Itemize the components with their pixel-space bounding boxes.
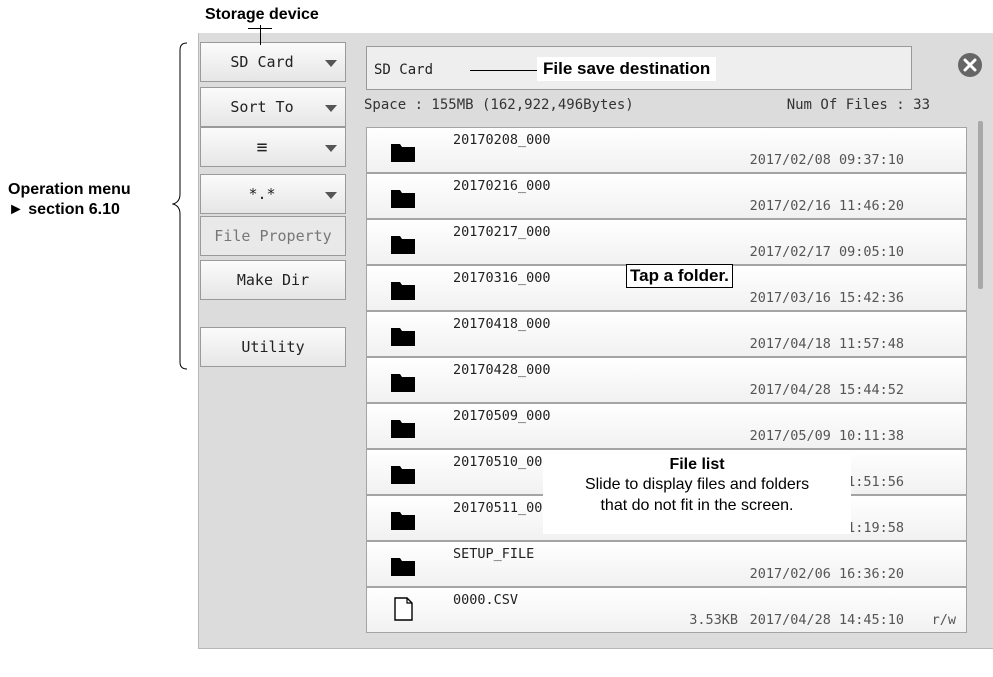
storage-device-annotation: Storage device [205,6,319,23]
file-date: 2017/02/06 16:36:20 [749,566,904,582]
folder-icon [391,512,415,530]
make-dir-label: Make Dir [236,271,310,289]
chevron-down-icon [325,145,337,152]
file-name: SETUP_FILE [453,546,535,562]
file-list-callout-title: File list [669,456,725,473]
file-list-row[interactable]: SETUP_FILE 2017/02/06 16:36:20 [366,541,967,587]
file-name: 20170428_000 [453,362,551,378]
tap-folder-callout: Tap a folder. [626,264,733,288]
close-icon[interactable] [957,52,983,78]
file-name: 0000.CSV [453,592,519,608]
file-name: 20170509_000 [453,408,551,424]
folder-icon [391,466,415,484]
file-name: 20170316_000 [453,270,551,286]
utility-button[interactable]: Utility [200,327,346,367]
file-attribute: r/w [931,612,956,628]
chevron-down-icon [325,105,337,112]
num-files-text: Num Of Files : 33 [786,97,930,113]
file-property-label: File Property [214,227,332,245]
file-list-row[interactable]: 20170208_000 2017/02/08 09:37:10 [366,127,967,173]
file-list[interactable]: 20170208_000 2017/02/08 09:37:10 20170216_… [366,127,967,633]
file-name: 20170216_000 [453,178,551,194]
view-mode-button[interactable]: ≡ [200,127,346,167]
folder-icon [391,144,415,162]
file-list-row[interactable]: 20170216_000 2017/02/16 11:46:20 [366,173,967,219]
file-save-destination-callout: File save destination [537,57,717,81]
file-date: 2017/02/08 09:37:10 [749,152,904,168]
utility-label: Utility [241,338,305,356]
folder-icon [391,558,415,576]
folder-icon [391,328,415,346]
file-name: 20170510_000 [453,454,551,470]
file-list-row[interactable]: 20170428_000 2017/04/28 15:44:52 [366,357,967,403]
save-destination-text: SD Card [374,62,434,78]
operation-menu-annotation-line2: ► section 6.10 [8,201,120,218]
storage-device-label: SD Card [230,53,294,71]
folder-icon [391,236,415,254]
storage-device-button[interactable]: SD Card [200,42,346,82]
file-date: 2017/02/17 09:05:10 [749,244,904,260]
file-list-callout-line2: that do not fit in the screen. [600,497,794,514]
destination-leader-line [470,70,537,71]
file-name: 20170208_000 [453,132,551,148]
file-date: 2017/03/16 15:42:36 [749,290,904,306]
file-date: 2017/04/28 15:44:52 [749,382,904,398]
folder-icon [391,190,415,208]
folder-icon [391,374,415,392]
file-date: 2017/02/16 11:46:20 [749,198,904,214]
scrollbar-thumb[interactable] [978,121,983,289]
file-date: 2017/04/18 11:57:48 [749,336,904,352]
file-filter-label: *.* [248,185,276,203]
file-name: 20170217_000 [453,224,551,240]
file-property-button[interactable]: File Property [200,216,346,256]
storage-device-leader-tick [248,28,272,29]
chevron-down-icon [325,192,337,199]
view-mode-label: ≡ [256,136,268,158]
file-date: 2017/04/28 14:45:10 [749,612,904,628]
make-dir-button[interactable]: Make Dir [200,260,346,300]
file-list-row[interactable]: 20170509_000 2017/05/09 10:11:38 [366,403,967,449]
file-list-row[interactable]: 0000.CSV 2017/04/28 14:45:10 3.53KB r/w [366,587,967,633]
sort-label: Sort To [230,98,294,116]
file-name: 20170511_000 [453,500,551,516]
file-list-callout: File list Slide to display files and fol… [543,454,851,534]
file-filter-button[interactable]: *.* [200,174,346,214]
file-list-row[interactable]: 20170418_000 2017/04/18 11:57:48 [366,311,967,357]
operation-menu-annotation-line1: Operation menu [8,181,131,198]
operation-menu-annotation: Operation menu ► section 6.10 [8,180,131,220]
folder-icon [391,420,415,438]
file-name: 20170418_000 [453,316,551,332]
operation-menu-brace [172,42,188,370]
sort-button[interactable]: Sort To [200,87,346,127]
file-list-row[interactable]: 20170217_000 2017/02/17 09:05:10 [366,219,967,265]
file-icon [394,597,413,621]
file-date: 2017/05/09 10:11:38 [749,428,904,444]
chevron-down-icon [325,60,337,67]
file-list-callout-line1: Slide to display files and folders [584,476,810,493]
free-space-text: Space : 155MB (162,922,496Bytes) [364,97,634,113]
file-size: 3.53KB [689,612,738,628]
folder-icon [391,282,415,300]
